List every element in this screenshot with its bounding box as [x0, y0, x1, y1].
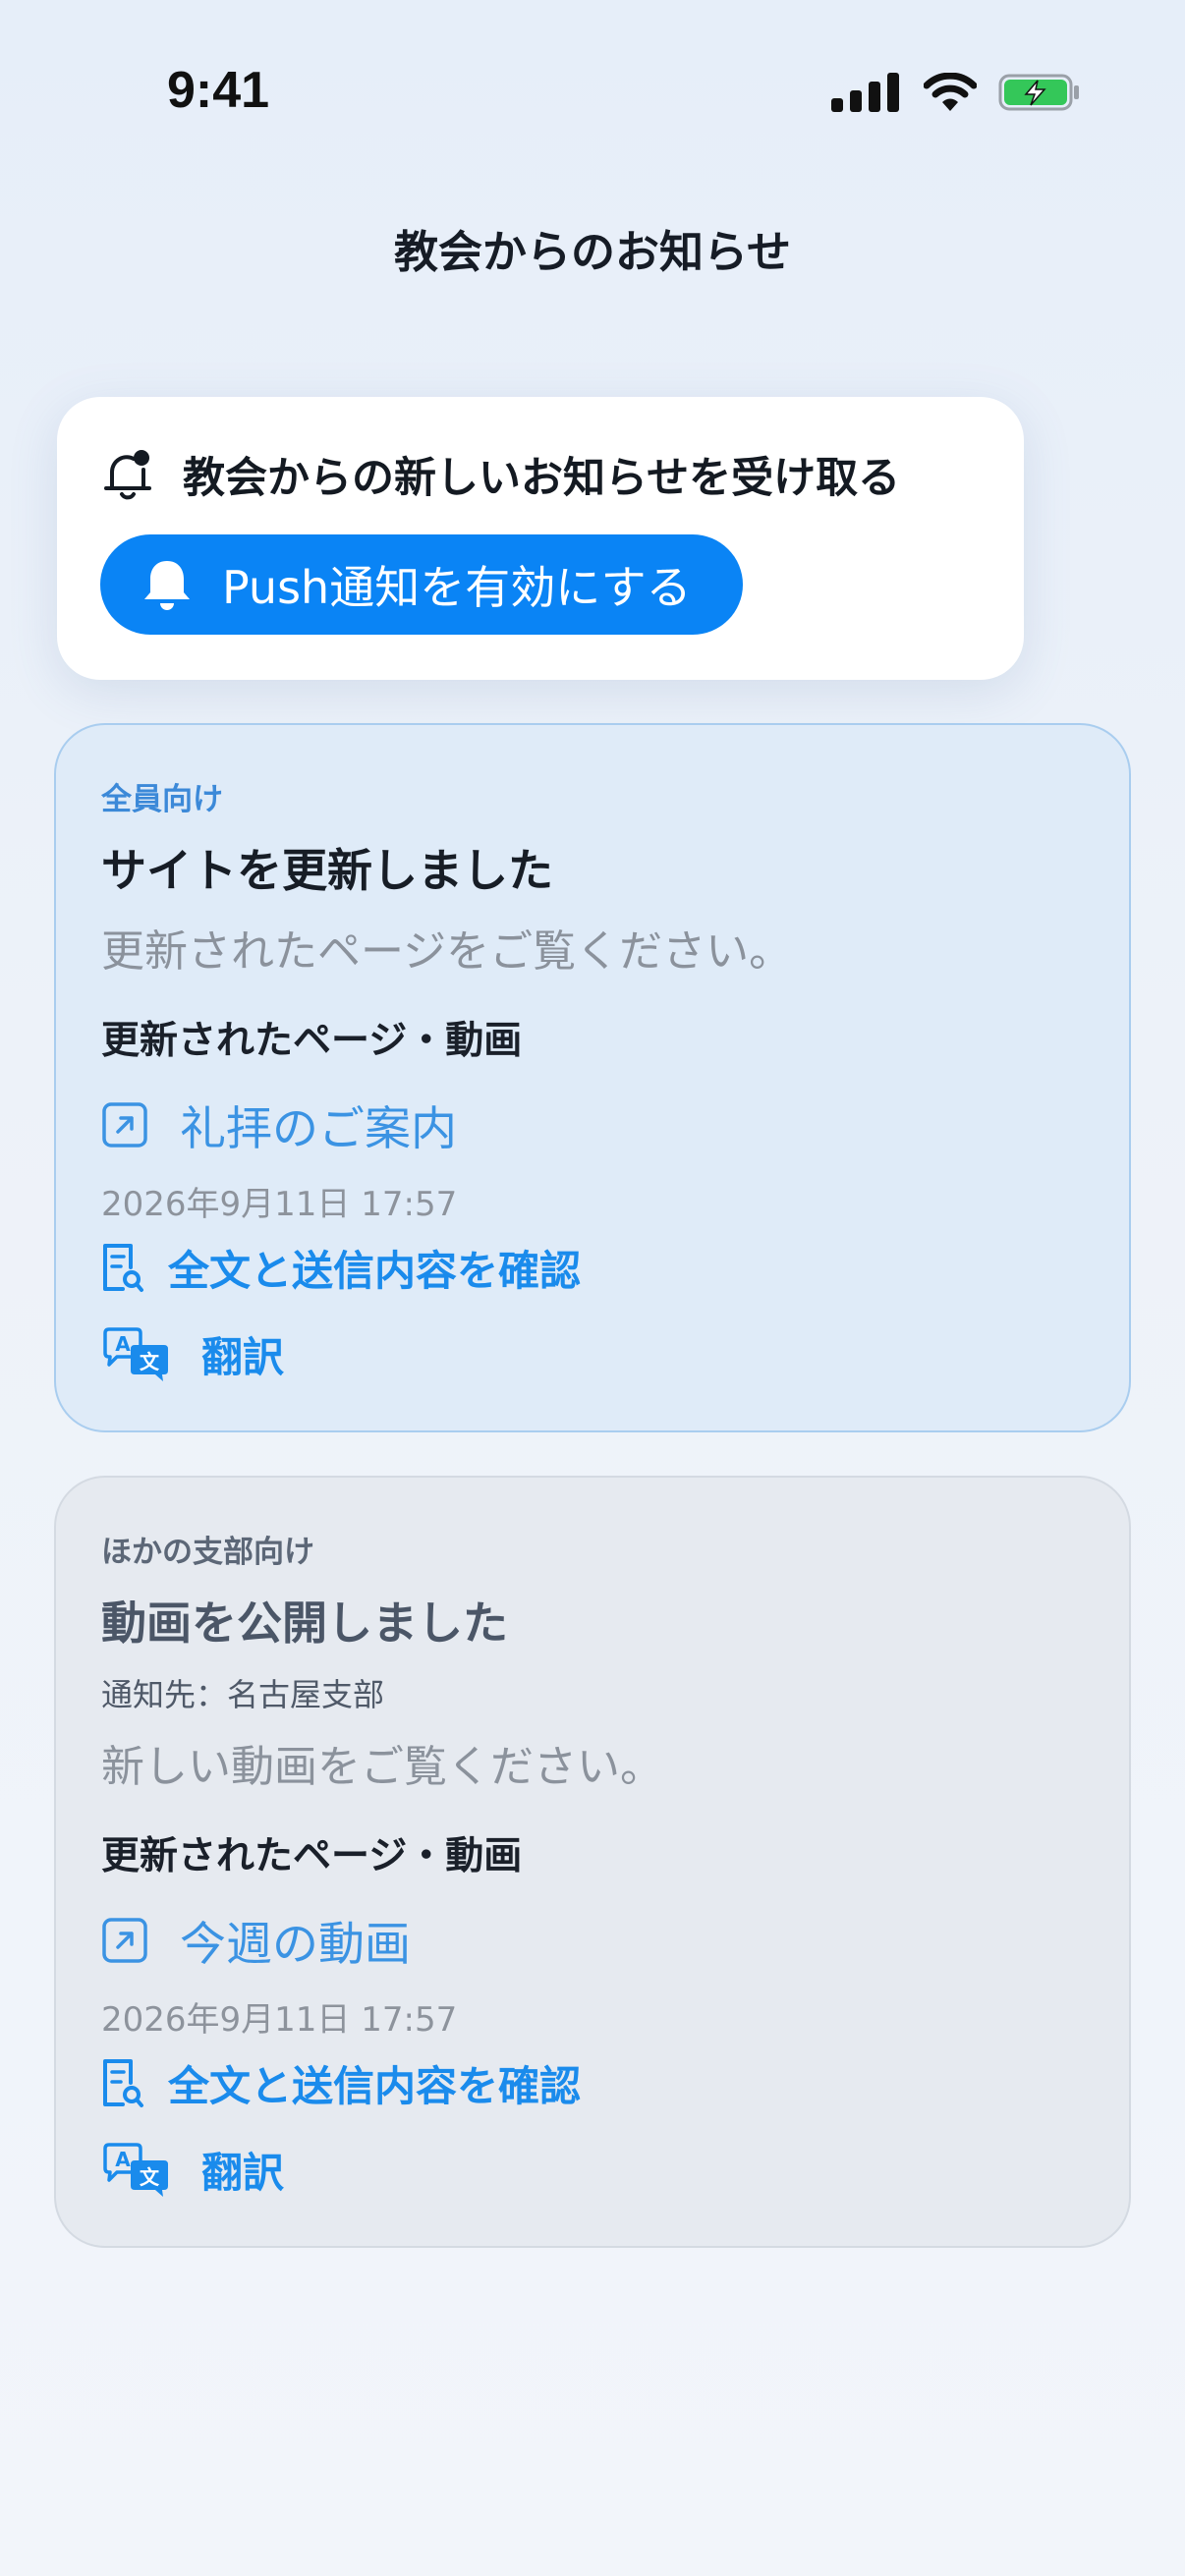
notice-body: 更新されたページをご覧ください。: [101, 926, 793, 977]
page-title: 教会からのお知らせ: [393, 226, 792, 278]
wifi-icon: [924, 73, 977, 112]
enable-push-button-label: Push通知を有効にする: [222, 561, 692, 614]
page-link-label: 今週の動画: [180, 1918, 411, 1972]
updated-pages-label: 更新されたページ・動画: [101, 1019, 523, 1063]
battery-charging-icon: [998, 73, 1081, 112]
status-time: 9:41: [167, 62, 270, 119]
notice-recipient: 通知先：名古屋支部: [101, 1676, 385, 1713]
notice-title: 動画を公開しました: [101, 1596, 508, 1650]
svg-text:A: A: [115, 1332, 131, 1356]
external-link-icon: [101, 1917, 148, 1964]
page-link-label: 礼拝のご案内: [180, 1102, 457, 1156]
view-details-button[interactable]: 全文と送信内容を確認: [101, 1238, 581, 1298]
translate-button[interactable]: A 文 翻訳: [101, 2140, 284, 2200]
translate-label: 翻訳: [201, 2149, 285, 2197]
notice-card: ほかの支部向け 動画を公開しました 通知先：名古屋支部 新しい動画をご覧ください…: [54, 1476, 1131, 2248]
svg-text:文: 文: [140, 1350, 160, 1373]
audience-label: ほかの支部向け: [101, 1535, 314, 1570]
notice-timestamp: 2026年9月11日 17:57: [101, 1185, 458, 1224]
svg-text:文: 文: [140, 2165, 160, 2189]
push-notification-card: 教会からの新しいお知らせを受け取る Push通知を有効にする: [57, 397, 1024, 680]
notice-card: 全員向け サイトを更新しました 更新されたページをご覧ください。 更新されたペー…: [54, 723, 1131, 1432]
external-link-icon: [101, 1101, 148, 1148]
push-card-header: 教会からの新しいお知らせを受け取る: [100, 444, 900, 505]
audience-label: 全員向け: [101, 782, 223, 817]
view-details-label: 全文と送信内容を確認: [168, 1247, 582, 1295]
view-details-label: 全文と送信内容を確認: [168, 2062, 582, 2110]
enable-push-button[interactable]: Push通知を有効にする: [100, 534, 743, 635]
status-bar: 9:41: [0, 0, 1185, 196]
page-link[interactable]: 今週の動画: [101, 1906, 411, 1974]
translate-icon: A 文: [101, 2142, 172, 2198]
status-icons: [831, 73, 1081, 112]
translate-icon: A 文: [101, 1326, 172, 1382]
view-details-button[interactable]: 全文と送信内容を確認: [101, 2053, 581, 2113]
updated-pages-label: 更新されたページ・動画: [101, 1834, 523, 1878]
document-search-icon: [101, 2057, 144, 2110]
page-link[interactable]: 礼拝のご案内: [101, 1091, 457, 1158]
document-search-icon: [101, 1242, 144, 1295]
notice-timestamp: 2026年9月11日 17:57: [101, 2000, 458, 2040]
bell-badge-icon: [100, 446, 157, 503]
bell-icon: [141, 557, 193, 612]
cellular-signal-icon: [831, 73, 902, 112]
push-card-heading: 教会からの新しいお知らせを受け取る: [183, 454, 901, 503]
translate-button[interactable]: A 文 翻訳: [101, 1324, 284, 1384]
notice-title: サイトを更新しました: [101, 844, 553, 897]
translate-label: 翻訳: [201, 1333, 285, 1381]
svg-text:A: A: [115, 2148, 131, 2171]
notice-body: 新しい動画をご覧ください。: [101, 1742, 663, 1792]
